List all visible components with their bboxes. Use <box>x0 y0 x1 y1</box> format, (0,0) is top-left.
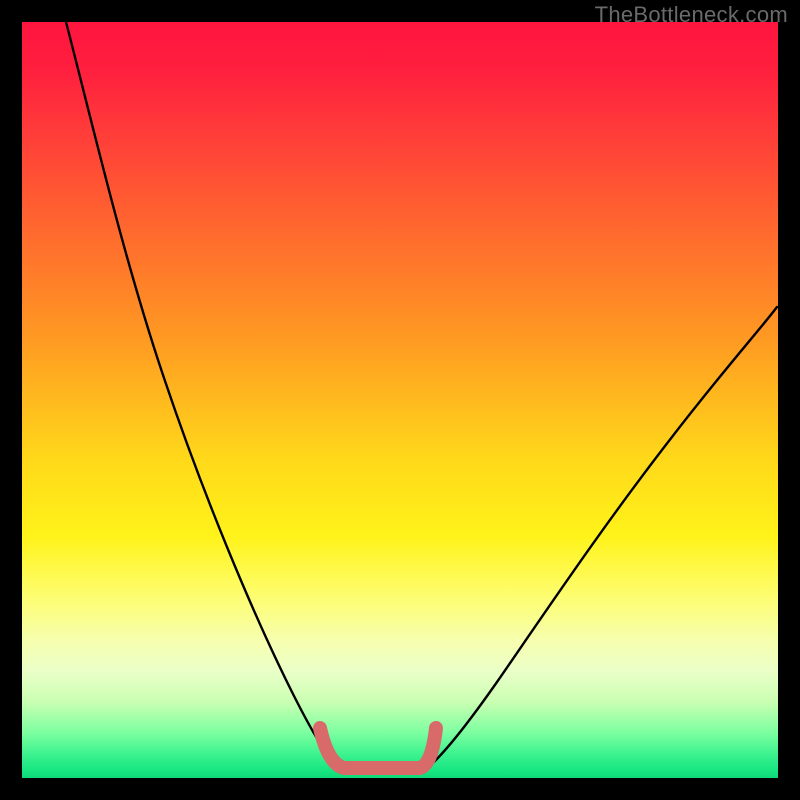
bottom-bracket <box>320 728 436 768</box>
left-curve <box>66 22 342 772</box>
chart-frame: TheBottleneck.com <box>0 0 800 800</box>
right-curve <box>422 307 777 772</box>
curve-overlay <box>22 22 778 778</box>
watermark-text: TheBottleneck.com <box>595 2 788 28</box>
gradient-plot-area <box>22 22 778 778</box>
